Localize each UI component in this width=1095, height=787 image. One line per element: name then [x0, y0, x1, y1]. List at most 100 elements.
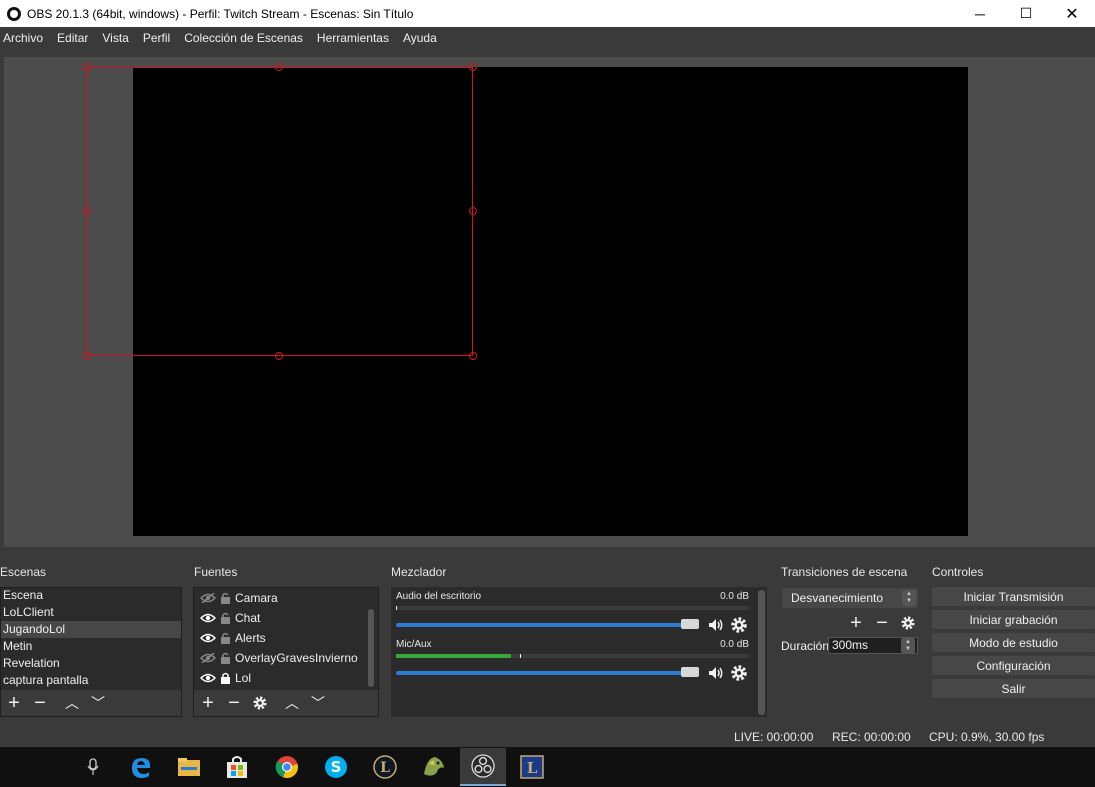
obs-icon[interactable] — [460, 748, 506, 786]
resize-handle-bottom-right[interactable] — [469, 352, 477, 360]
menu-archivo[interactable]: Archivo — [0, 31, 51, 45]
meter-peak-tick — [396, 606, 397, 610]
resize-handle-left[interactable] — [83, 207, 91, 215]
duration-input[interactable]: 300ms ▲ ▼ — [828, 637, 918, 654]
track-db: 0.0 dB — [720, 591, 749, 602]
menu-editar[interactable]: Editar — [54, 31, 96, 45]
store-icon[interactable] — [214, 748, 260, 786]
source-name: Chat — [235, 611, 261, 625]
minimize-button[interactable]: ─ — [957, 0, 1003, 27]
scene-item[interactable]: Metin — [0, 638, 181, 655]
preview-area[interactable] — [4, 57, 1095, 547]
duration-value: 300ms — [832, 638, 869, 652]
chrome-icon[interactable] — [264, 748, 310, 786]
menu-perfil[interactable]: Perfil — [140, 31, 178, 45]
unlock-icon[interactable] — [220, 632, 231, 644]
unlock-icon[interactable] — [220, 652, 231, 664]
spin-arrows-icon[interactable]: ▲ ▼ — [901, 638, 915, 653]
transition-properties-gear-icon[interactable] — [895, 611, 921, 635]
resize-handle-top-left[interactable] — [83, 63, 91, 71]
source-item[interactable]: Alerts — [194, 628, 378, 648]
spin-arrows-icon[interactable]: ▲ ▼ — [902, 590, 916, 606]
duration-label: Duración — [781, 639, 830, 653]
resize-handle-bottom[interactable] — [275, 352, 283, 360]
add-transition-button[interactable]: + — [843, 611, 869, 635]
scene-up-button[interactable]: ︿ — [59, 691, 85, 715]
mixer-track-desktop: Audio del escritorio 0.0 dB — [396, 591, 749, 633]
speaker-icon[interactable] — [707, 664, 725, 682]
gear-icon[interactable] — [730, 664, 748, 682]
add-scene-button[interactable]: + — [1, 691, 27, 715]
resize-handle-right[interactable] — [469, 207, 477, 215]
slider-track[interactable] — [396, 671, 696, 675]
volume-slider[interactable] — [396, 665, 749, 681]
sources-list[interactable]: Camara Chat Alerts OverlayGravesInvierno… — [194, 587, 378, 690]
maximize-button[interactable]: ☐ — [1003, 0, 1049, 27]
close-button[interactable]: ✕ — [1049, 0, 1095, 27]
remove-source-button[interactable]: − — [221, 691, 247, 715]
status-bar: LIVE: 00:00:00 REC: 00:00:00 CPU: 0.9%, … — [0, 727, 1095, 747]
microphone-icon[interactable] — [70, 748, 116, 786]
volume-slider[interactable] — [396, 617, 749, 633]
slider-handle[interactable] — [681, 619, 699, 629]
start-streaming-button[interactable]: Iniciar Transmisión — [932, 587, 1095, 606]
studio-mode-button[interactable]: Modo de estudio — [932, 633, 1095, 652]
source-item[interactable]: Camara — [194, 588, 378, 608]
mixer-scrollbar[interactable] — [758, 590, 765, 715]
source-properties-gear-icon[interactable] — [247, 691, 273, 715]
game-icon[interactable] — [411, 748, 457, 786]
skype-icon[interactable]: S — [313, 748, 359, 786]
menu-ayuda[interactable]: Ayuda — [400, 31, 445, 45]
controls-dock-title: Controles — [932, 565, 984, 579]
start-recording-button[interactable]: Iniciar grabación — [932, 610, 1095, 629]
eye-hidden-icon[interactable] — [200, 653, 216, 663]
league-launcher-icon[interactable]: L — [509, 748, 555, 786]
menu-coleccion-escenas[interactable]: Colección de Escenas — [181, 31, 311, 45]
eye-icon[interactable] — [200, 673, 216, 683]
scene-item[interactable]: Escena — [0, 587, 181, 604]
source-item[interactable]: Lol — [194, 668, 378, 688]
add-source-button[interactable]: + — [195, 691, 221, 715]
scene-item[interactable]: Revelation — [0, 655, 181, 672]
file-explorer-icon[interactable] — [166, 748, 212, 786]
slider-handle[interactable] — [681, 667, 699, 677]
scene-down-button[interactable]: ﹀ — [85, 691, 111, 715]
scene-item-selected[interactable]: JugandoLol — [0, 621, 181, 638]
lock-icon[interactable] — [220, 672, 231, 684]
sources-scrollbar[interactable] — [368, 609, 374, 687]
transition-toolbar: + − — [843, 611, 921, 635]
remove-transition-button[interactable]: − — [869, 611, 895, 635]
exit-button[interactable]: Salir — [932, 679, 1095, 698]
resize-handle-top-right[interactable] — [469, 63, 477, 71]
source-name: Camara — [235, 591, 278, 605]
menu-vista[interactable]: Vista — [99, 31, 136, 45]
menu-herramientas[interactable]: Herramientas — [314, 31, 397, 45]
sources-dock-title: Fuentes — [194, 565, 238, 579]
resize-handle-top[interactable] — [275, 63, 283, 71]
source-item[interactable]: OverlayGravesInvierno — [194, 648, 378, 668]
scenes-list[interactable]: Escena LoLClient JugandoLol Metin Revela… — [0, 587, 181, 690]
eye-icon[interactable] — [200, 633, 216, 643]
settings-button[interactable]: Configuración — [932, 656, 1095, 675]
eye-icon[interactable] — [200, 613, 216, 623]
speaker-icon[interactable] — [707, 616, 725, 634]
source-selection-box[interactable] — [87, 67, 473, 356]
scene-item[interactable]: LoLClient — [0, 604, 181, 621]
scene-item[interactable]: captura pantalla — [0, 672, 181, 689]
source-item[interactable]: Chat — [194, 608, 378, 628]
gear-icon[interactable] — [730, 616, 748, 634]
eye-hidden-icon[interactable] — [200, 593, 216, 603]
transition-select[interactable]: Desvanecimiento ▲ ▼ — [782, 588, 918, 608]
edge-icon[interactable] — [118, 748, 164, 786]
source-down-button[interactable]: ﹀ — [305, 691, 331, 715]
remove-scene-button[interactable]: − — [27, 691, 53, 715]
resize-handle-bottom-left[interactable] — [83, 352, 91, 360]
unlock-icon[interactable] — [220, 612, 231, 624]
unlock-icon[interactable] — [220, 592, 231, 604]
source-up-button[interactable]: ︿ — [279, 691, 305, 715]
volume-meter — [396, 606, 749, 610]
track-name: Audio del escritorio — [396, 591, 482, 602]
rec-status: REC: 00:00:00 — [832, 730, 911, 744]
slider-track[interactable] — [396, 623, 696, 627]
league-client-icon[interactable]: L — [362, 748, 408, 786]
